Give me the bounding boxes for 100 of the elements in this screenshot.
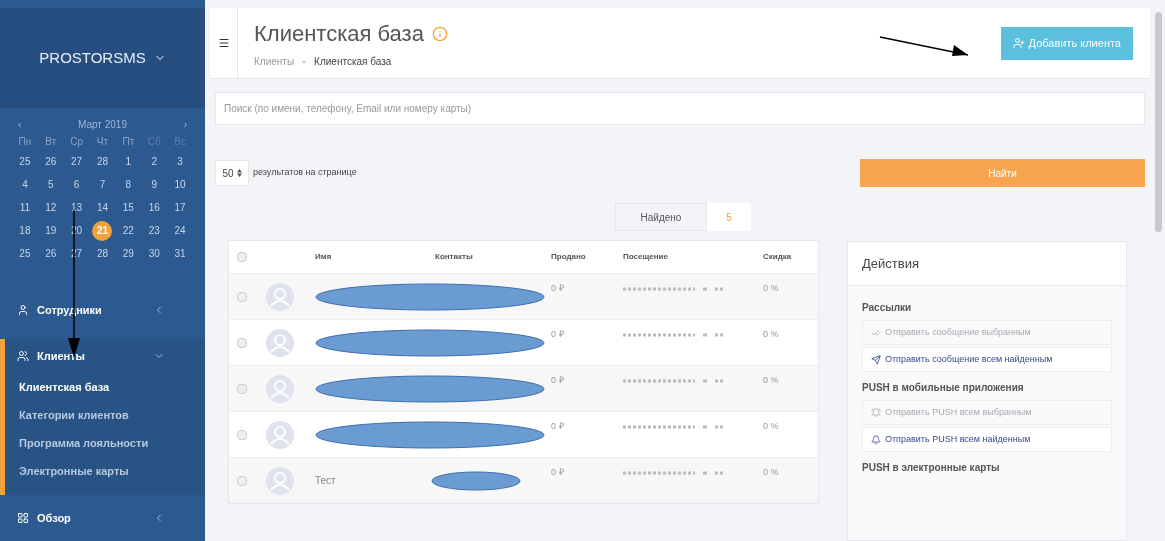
action-icon [871, 407, 881, 418]
column-header: Контакты [435, 251, 474, 263]
sold-amount: 0 ₽ [551, 328, 565, 341]
calendar-day[interactable]: 6 [66, 174, 87, 195]
calendar-day[interactable]: 1 [118, 151, 139, 172]
submenu-item[interactable]: Категории клиентов [5, 401, 205, 429]
menu-item[interactable]: Сотрудники [0, 293, 205, 327]
found-count: 5 [707, 203, 751, 231]
calendar-day[interactable]: 10 [170, 174, 191, 195]
select-all-checkbox[interactable] [237, 252, 247, 262]
calendar-day[interactable]: 11 [14, 197, 35, 218]
row-checkbox[interactable] [237, 383, 247, 394]
brand-name[interactable]: PROSTORSMS [39, 46, 146, 70]
discount-value: 0 % [763, 374, 780, 387]
group-title: PUSH в мобильные приложения [862, 380, 1025, 395]
calendar-day[interactable]: 18 [14, 220, 35, 241]
weekday-label: Ср [69, 134, 85, 149]
calendar-day[interactable]: 28 [92, 151, 113, 172]
calendar-day[interactable]: 26 [40, 151, 61, 172]
submenu-item[interactable]: Электронные карты [5, 457, 205, 485]
menu-icon [17, 350, 29, 362]
weekday-label: Вт [44, 134, 58, 149]
action-icon [871, 354, 881, 365]
calendar-day[interactable]: 27 [66, 151, 87, 172]
calendar-day[interactable]: 14 [92, 197, 113, 218]
breadcrumb-link[interactable]: Клиенты [254, 54, 295, 69]
calendar-day[interactable]: 7 [92, 174, 113, 195]
calendar-day[interactable]: 9 [144, 174, 165, 195]
avatar-icon [265, 327, 295, 358]
calendar-day[interactable]: 3 [170, 151, 191, 172]
separator-dot-icon [302, 59, 307, 64]
calendar-day[interactable]: 30 [144, 243, 165, 264]
submenu-item[interactable]: Программа лояльности [5, 429, 205, 457]
info-icon[interactable] [431, 25, 448, 42]
row-checkbox[interactable] [237, 429, 247, 440]
up-down-caret-icon [236, 169, 242, 177]
menu-icon[interactable] [217, 37, 230, 49]
calendar-day[interactable]: 25 [14, 243, 35, 264]
calendar-day[interactable]: 17 [170, 197, 191, 218]
avatar-icon [265, 373, 295, 404]
avatar-icon [265, 419, 295, 450]
group-title: PUSH в электронные карты [862, 460, 1001, 475]
avatar-icon [265, 281, 295, 312]
client-name: Тест [315, 474, 337, 488]
calendar-day[interactable]: 8 [118, 174, 139, 195]
calendar-day[interactable]: 12 [40, 197, 61, 218]
avatar-icon [265, 465, 295, 496]
group-title: Рассылки [862, 300, 913, 315]
column-header: Имя [315, 251, 333, 263]
sold-amount: 0 ₽ [551, 420, 565, 433]
calendar-month: Март 2019 [78, 117, 127, 132]
calendar-day[interactable]: 26 [40, 243, 61, 264]
discount-value: 0 % [763, 328, 780, 341]
menu-item[interactable]: Обзор [0, 501, 205, 535]
search-field[interactable]: Поиск (по имени, телефону, Email или номеру карты) [216, 93, 1144, 124]
per-page-label: результатов на странице [253, 166, 358, 180]
weekday-label: Пт [121, 134, 136, 149]
row-checkbox[interactable] [237, 291, 247, 302]
calendar-day[interactable]: 13 [66, 197, 87, 218]
found-label: Найдено [615, 203, 707, 231]
action-button[interactable]: Отправить сообщение всем найденным [862, 347, 1112, 372]
per-page-select[interactable]: 50 [215, 160, 249, 186]
sold-amount: 0 ₽ [551, 466, 565, 479]
calendar-day[interactable]: 28 [92, 243, 113, 264]
calendar-day[interactable]: 29 [118, 243, 139, 264]
sold-amount: 0 ₽ [551, 374, 565, 387]
panel-title: Действия [862, 254, 919, 273]
row-checkbox[interactable] [237, 475, 247, 486]
column-header: Продано [551, 251, 587, 263]
next-month-button[interactable]: › [183, 116, 187, 132]
calendar-day[interactable]: 15 [118, 197, 139, 218]
calendar-day[interactable]: 24 [170, 220, 191, 241]
breadcrumb-link[interactable]: Клиентская база [314, 54, 392, 69]
calendar-day[interactable]: 5 [40, 174, 61, 195]
menu-item[interactable]: Клиенты [5, 339, 205, 373]
action-icon [871, 327, 881, 338]
prev-month-button[interactable]: ‹ [18, 116, 22, 132]
action-icon [871, 434, 881, 445]
weekday-label: Чт [95, 134, 110, 149]
calendar-day[interactable]: 23 [144, 220, 165, 241]
menu-icon [17, 512, 29, 524]
calendar-day[interactable]: 31 [170, 243, 191, 264]
calendar-day[interactable]: 25 [14, 151, 35, 172]
weekday-label: Пн [17, 134, 33, 149]
column-header: Скидка [763, 251, 793, 263]
column-header: Посещение [623, 251, 669, 263]
action-button[interactable]: Отправить PUSH всем найденным [862, 427, 1112, 452]
discount-value: 0 % [763, 420, 780, 433]
row-checkbox[interactable] [237, 337, 247, 348]
sold-amount: 0 ₽ [551, 282, 565, 295]
discount-value: 0 % [763, 466, 780, 479]
menu-icon [17, 304, 29, 316]
calendar-day[interactable]: 16 [144, 197, 165, 218]
calendar-day[interactable]: 19 [40, 220, 61, 241]
calendar-day[interactable]: 22 [118, 220, 139, 241]
page-title: Клиентская база [254, 20, 424, 48]
calendar-day[interactable]: 2 [144, 151, 165, 172]
discount-value: 0 % [763, 282, 780, 295]
calendar-day[interactable]: 4 [14, 174, 35, 195]
submenu-item[interactable]: Клиентская база [5, 373, 205, 401]
